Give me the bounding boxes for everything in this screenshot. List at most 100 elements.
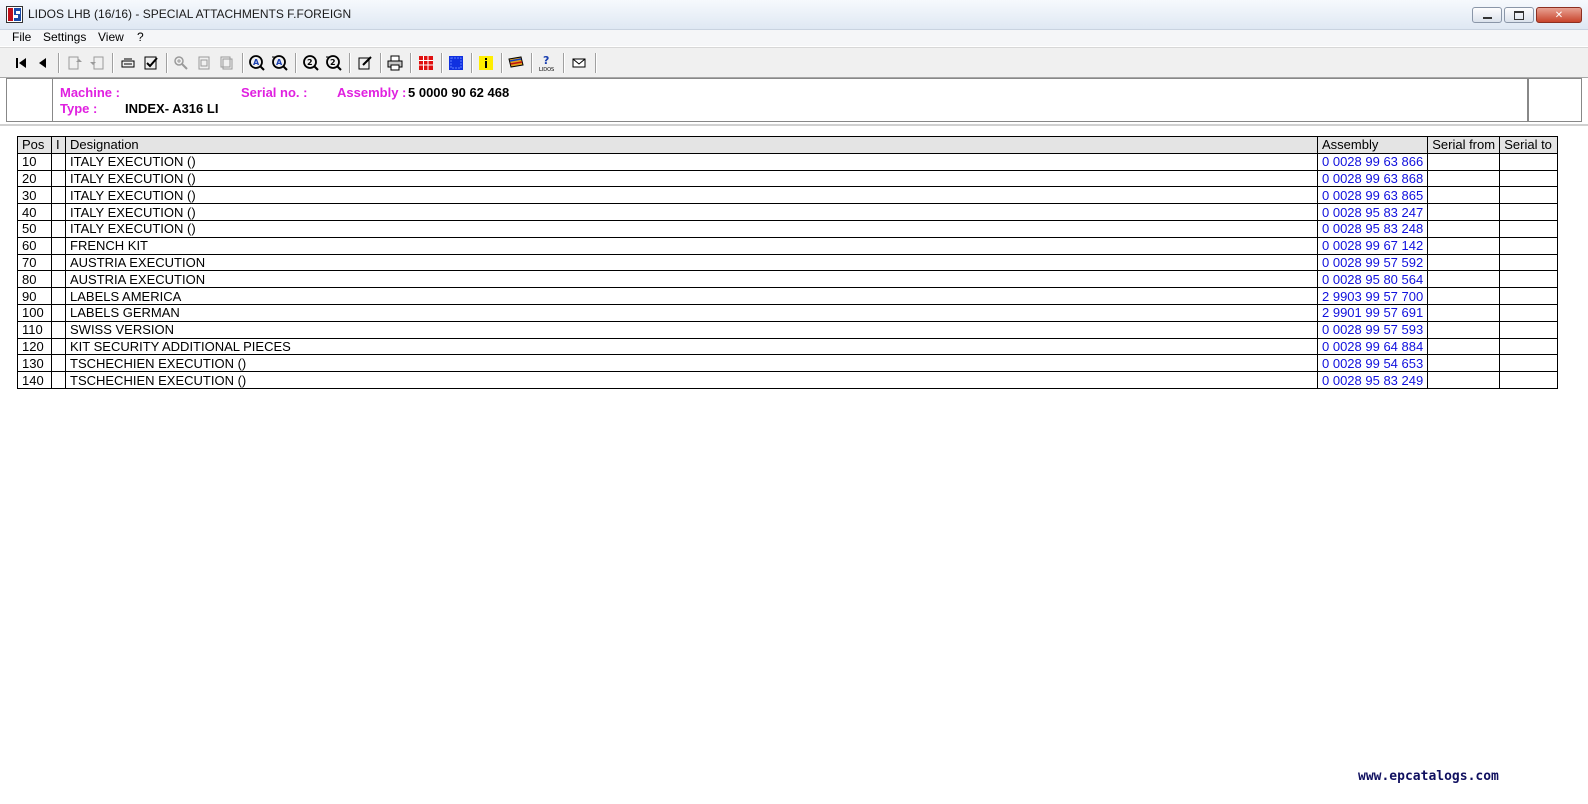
title-bar[interactable]: LIDOS LHB (16/16) - SPECIAL ATTACHMENTS … — [0, 0, 1588, 30]
serial-from-cell — [1427, 354, 1501, 373]
assembly-link[interactable]: 2 9903 99 57 700 — [1316, 287, 1429, 305]
flag-icon[interactable] — [507, 54, 525, 72]
page-icon[interactable] — [195, 54, 213, 72]
table-row[interactable]: 20 ITALY EXECUTION () 0 0028 99 63 868 — [17, 169, 1559, 188]
search-next-a-icon[interactable]: A — [271, 54, 289, 72]
assembly-link[interactable]: 0 0028 99 63 868 — [1316, 169, 1429, 188]
assembly-link[interactable]: 0 0028 99 63 866 — [1316, 152, 1429, 171]
minimize-icon — [1482, 17, 1492, 19]
table-row[interactable]: 90 LABELS AMERICA 2 9903 99 57 700 — [17, 287, 1559, 305]
table-row[interactable]: 30 ITALY EXECUTION () 0 0028 99 63 865 — [17, 186, 1559, 205]
previous-page-icon[interactable] — [34, 54, 52, 72]
table-header-row: Pos I Designation Assembly Serial from S… — [17, 136, 1559, 154]
info-right-box — [1527, 79, 1581, 121]
copy-in-icon[interactable] — [88, 54, 106, 72]
serial-to-cell — [1499, 203, 1559, 221]
menu-file[interactable]: File — [9, 30, 34, 44]
lidos-app-icon[interactable] — [6, 6, 23, 23]
table-row[interactable]: 140 TSCHECHIEN EXECUTION () 0 0028 95 83… — [17, 371, 1559, 389]
assembly-link[interactable]: 0 0028 99 54 653 — [1316, 354, 1429, 373]
menu-view[interactable]: View — [95, 30, 127, 44]
assembly-link[interactable]: 0 0028 95 83 247 — [1316, 203, 1429, 221]
lidos-help-icon[interactable]: ? LIDOS — [538, 54, 556, 72]
column-header-i[interactable]: I — [51, 136, 66, 154]
pos-cell: 30 — [17, 186, 52, 205]
grid-blue-icon[interactable] — [447, 54, 465, 72]
column-header-designation[interactable]: Designation — [65, 136, 1318, 154]
serial-to-cell — [1499, 371, 1559, 389]
indicator-cell — [51, 219, 66, 238]
serial-to-cell — [1499, 354, 1559, 373]
serial-to-cell — [1499, 320, 1559, 339]
column-header-serial-from[interactable]: Serial from — [1427, 136, 1501, 154]
machine-label: Machine : — [60, 85, 120, 100]
indicator-cell — [51, 320, 66, 339]
copy-out-icon[interactable] — [66, 54, 84, 72]
watermark: www.epcatalogs.com — [1358, 769, 1499, 784]
table-row[interactable]: 100 LABELS GERMAN 2 9901 99 57 691 — [17, 303, 1559, 322]
info-left-box — [7, 79, 53, 121]
serial-to-cell — [1499, 152, 1559, 171]
close-button[interactable]: ✕ — [1536, 7, 1582, 23]
search-next-2-icon[interactable]: 2 — [325, 54, 343, 72]
pos-cell: 80 — [17, 270, 52, 289]
designation-cell: ITALY EXECUTION () — [65, 169, 1318, 188]
pos-cell: 90 — [17, 287, 52, 305]
maximize-button[interactable] — [1504, 7, 1534, 23]
pos-cell: 110 — [17, 320, 52, 339]
table-row[interactable]: 80 AUSTRIA EXECUTION 0 0028 95 80 564 — [17, 270, 1559, 289]
pos-cell: 130 — [17, 354, 52, 373]
designation-cell: ITALY EXECUTION () — [65, 186, 1318, 205]
serial-to-cell — [1499, 219, 1559, 238]
assembly-link[interactable]: 0 0028 99 64 884 — [1316, 337, 1429, 356]
assembly-link[interactable]: 2 9901 99 57 691 — [1316, 303, 1429, 322]
table-row[interactable]: 40 ITALY EXECUTION () 0 0028 95 83 247 — [17, 203, 1559, 221]
designation-cell: FRENCH KIT — [65, 236, 1318, 255]
print-list-icon[interactable] — [119, 54, 137, 72]
svg-text:A: A — [253, 58, 260, 67]
menu-help[interactable]: ? — [134, 30, 147, 44]
page-stack-icon[interactable] — [218, 54, 236, 72]
table-row[interactable]: 120 KIT SECURITY ADDITIONAL PIECES 0 002… — [17, 337, 1559, 356]
search-a-icon[interactable]: A — [248, 54, 266, 72]
checklist-icon[interactable] — [142, 54, 160, 72]
assembly-link[interactable]: 0 0028 99 57 592 — [1316, 253, 1429, 272]
indicator-cell — [51, 371, 66, 389]
indicator-cell — [51, 287, 66, 305]
table-row[interactable]: 50 ITALY EXECUTION () 0 0028 95 83 248 — [17, 219, 1559, 238]
first-page-icon[interactable] — [12, 54, 30, 72]
serial-from-cell — [1427, 320, 1501, 339]
serial-from-cell — [1427, 337, 1501, 356]
assembly-link[interactable]: 0 0028 99 63 865 — [1316, 186, 1429, 205]
column-header-pos[interactable]: Pos — [17, 136, 52, 154]
assembly-link[interactable]: 0 0028 95 80 564 — [1316, 270, 1429, 289]
search-2-icon[interactable]: 2 — [302, 54, 320, 72]
table-row[interactable]: 70 AUSTRIA EXECUTION 0 0028 99 57 592 — [17, 253, 1559, 272]
assembly-link[interactable]: 0 0028 95 83 248 — [1316, 219, 1429, 238]
table-row[interactable]: 60 FRENCH KIT 0 0028 99 67 142 — [17, 236, 1559, 255]
printer-icon[interactable] — [386, 54, 404, 72]
menu-settings[interactable]: Settings — [40, 30, 89, 44]
column-header-serial-to[interactable]: Serial to — [1499, 136, 1559, 154]
zoom-in-icon[interactable] — [172, 54, 190, 72]
assembly-link[interactable]: 0 0028 99 57 593 — [1316, 320, 1429, 339]
table-row[interactable]: 130 TSCHECHIEN EXECUTION () 0 0028 99 54… — [17, 354, 1559, 373]
indicator-cell — [51, 337, 66, 356]
designation-cell: SWISS VERSION — [65, 320, 1318, 339]
indicator-cell — [51, 236, 66, 255]
column-header-assembly[interactable]: Assembly — [1316, 136, 1429, 154]
assembly-link[interactable]: 0 0028 95 83 249 — [1316, 371, 1429, 389]
parts-table: Pos I Designation Assembly Serial from S… — [17, 136, 1559, 389]
minimize-button[interactable] — [1472, 7, 1502, 23]
assembly-link[interactable]: 0 0028 99 67 142 — [1316, 236, 1429, 255]
grid-red-icon[interactable] — [417, 54, 435, 72]
serial-from-cell — [1427, 169, 1501, 188]
table-row[interactable]: 110 SWISS VERSION 0 0028 99 57 593 — [17, 320, 1559, 339]
table-row[interactable]: 10 ITALY EXECUTION () 0 0028 99 63 866 — [17, 152, 1559, 171]
serial-to-cell — [1499, 303, 1559, 322]
edit-icon[interactable] — [356, 54, 374, 72]
info-icon[interactable] — [477, 54, 495, 72]
svg-text:LIDOS: LIDOS — [539, 67, 554, 72]
indicator-cell — [51, 152, 66, 171]
mail-icon[interactable] — [570, 54, 588, 72]
